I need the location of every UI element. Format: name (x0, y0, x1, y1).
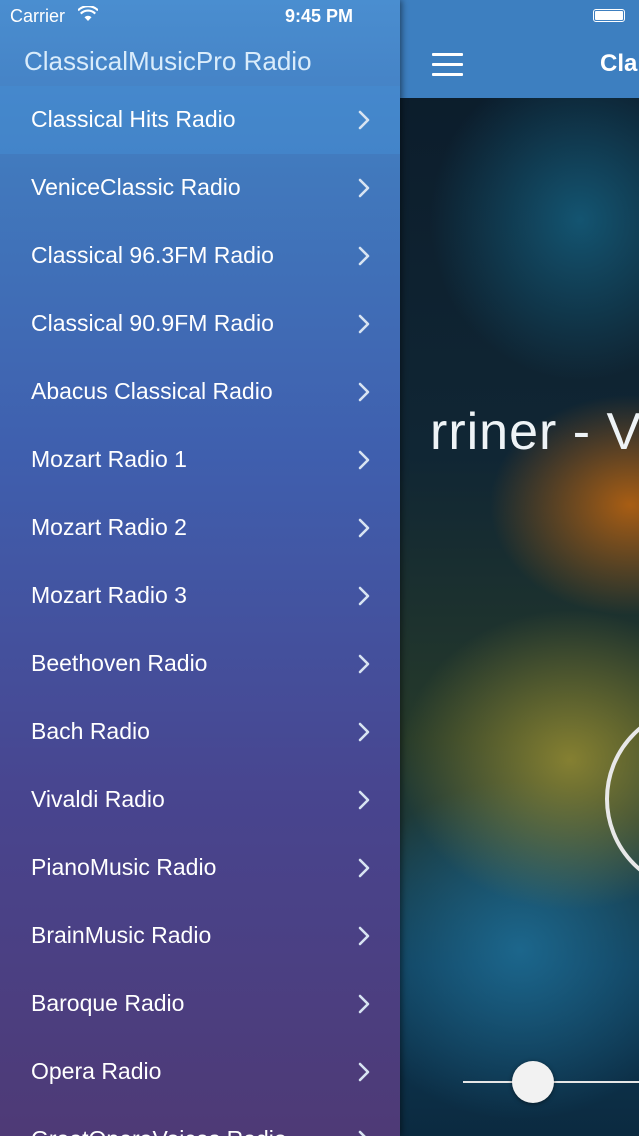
chevron-right-icon (355, 722, 373, 742)
station-item[interactable]: Abacus Classical Radio (0, 358, 400, 426)
battery-icon (593, 9, 625, 22)
station-item-label: BrainMusic Radio (31, 922, 212, 948)
status-time: 9:45 PM (285, 6, 354, 26)
chevron-right-icon (355, 1062, 373, 1082)
chevron-right-icon (355, 382, 373, 402)
station-item[interactable]: Bach Radio (0, 698, 400, 766)
station-item-label: Mozart Radio 2 (31, 514, 187, 540)
station-item-label: Classical 90.9FM Radio (31, 310, 274, 336)
status-bar: Carrier 9:45 PM (0, 0, 400, 32)
chevron-right-icon (355, 178, 373, 198)
station-item-label: VeniceClassic Radio (31, 174, 241, 200)
station-item[interactable]: BrainMusic Radio (0, 902, 400, 970)
station-item[interactable]: PianoMusic Radio (0, 834, 400, 902)
station-item-label: Abacus Classical Radio (31, 378, 273, 404)
player-title: Cla (600, 50, 638, 77)
station-item-label: Beethoven Radio (31, 650, 208, 676)
station-item[interactable]: VeniceClassic Radio (0, 154, 400, 222)
chevron-right-icon (355, 586, 373, 606)
station-item[interactable]: Mozart Radio 1 (0, 426, 400, 494)
chevron-right-icon (355, 246, 373, 266)
station-item-label: Vivaldi Radio (31, 786, 165, 812)
chevron-right-icon (355, 1130, 373, 1136)
station-item[interactable]: Beethoven Radio (0, 630, 400, 698)
station-item-label: GreatOperaVoices Radio (31, 1126, 287, 1136)
station-item-label: Opera Radio (31, 1058, 162, 1084)
station-drawer: Carrier 9:45 PM ClassicalMusicPro Radio … (0, 0, 400, 1136)
now-playing-text: rriner - V (430, 403, 639, 461)
carrier-label: Carrier (10, 6, 66, 26)
chevron-right-icon (355, 654, 373, 674)
player-nav-bar: Cla (400, 0, 639, 98)
hamburger-icon[interactable] (432, 53, 463, 77)
station-item-label: Baroque Radio (31, 990, 185, 1016)
player-panel: Cla rriner - V (400, 0, 639, 1136)
volume-slider-knob[interactable] (512, 1061, 554, 1103)
wifi-icon (78, 6, 98, 21)
chevron-right-icon (355, 858, 373, 878)
chevron-right-icon (355, 790, 373, 810)
station-item[interactable]: Classical 90.9FM Radio (0, 290, 400, 358)
station-item-label: Bach Radio (31, 718, 150, 744)
station-item[interactable]: Mozart Radio 3 (0, 562, 400, 630)
station-item[interactable]: Classical 96.3FM Radio (0, 222, 400, 290)
station-item-label: PianoMusic Radio (31, 854, 217, 880)
chevron-right-icon (355, 994, 373, 1014)
station-item[interactable]: GreatOperaVoices Radio (0, 1106, 400, 1136)
station-item[interactable]: Mozart Radio 2 (0, 494, 400, 562)
station-item-label: Mozart Radio 1 (31, 446, 187, 472)
play-button[interactable] (605, 705, 639, 893)
drawer-title: ClassicalMusicPro Radio (24, 46, 312, 76)
station-item-label: Classical 96.3FM Radio (31, 242, 274, 268)
station-item[interactable]: Classical Hits Radio (0, 86, 400, 154)
station-item[interactable]: Opera Radio (0, 1038, 400, 1106)
chevron-right-icon (355, 314, 373, 334)
station-item-label: Mozart Radio 3 (31, 582, 187, 608)
chevron-right-icon (355, 926, 373, 946)
chevron-right-icon (355, 518, 373, 538)
station-item[interactable]: Baroque Radio (0, 970, 400, 1038)
station-item-label: Classical Hits Radio (31, 106, 236, 132)
chevron-right-icon (355, 450, 373, 470)
chevron-right-icon (355, 110, 373, 130)
station-item[interactable]: Vivaldi Radio (0, 766, 400, 834)
